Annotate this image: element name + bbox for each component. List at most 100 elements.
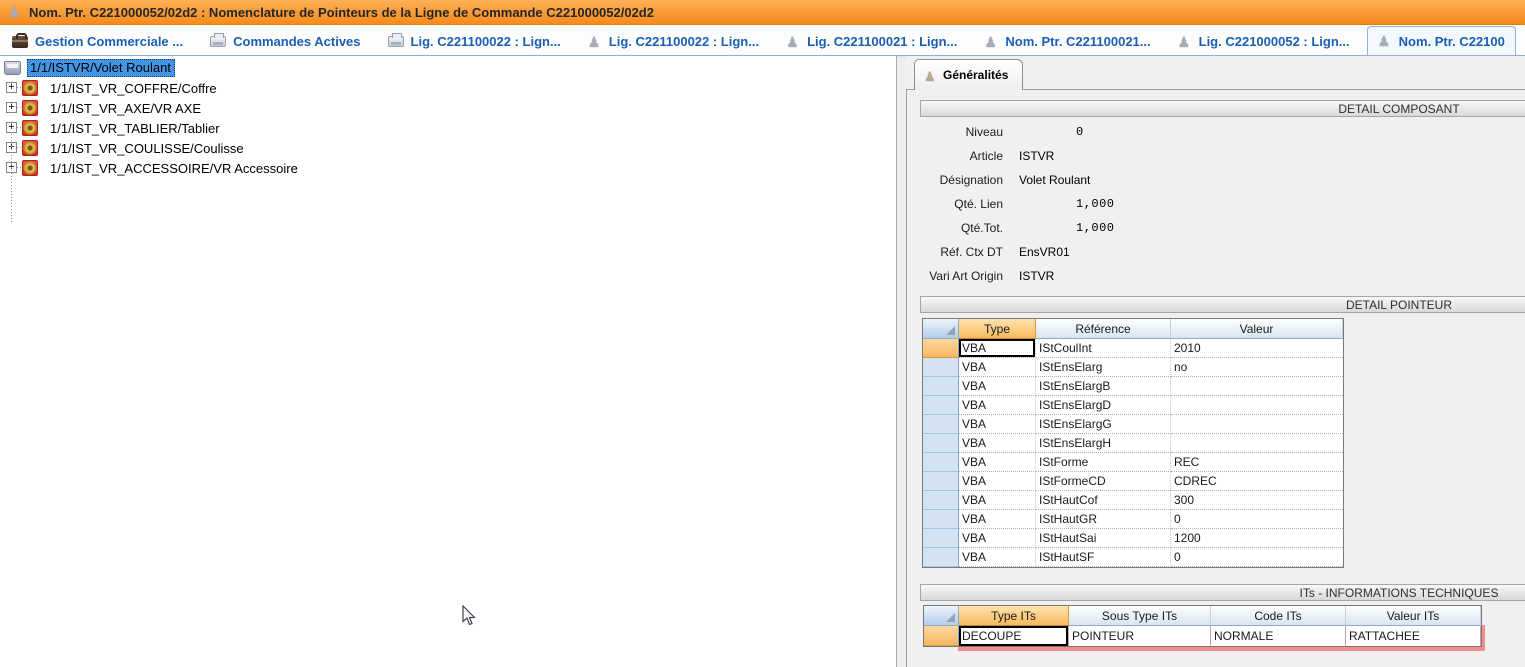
table-cell[interactable]: 0 <box>1171 510 1343 529</box>
table-cell[interactable]: RATTACHEE <box>1346 626 1481 646</box>
row-selector[interactable] <box>923 472 959 491</box>
tree-item-1-1-ist-vr-tablier-tablier[interactable]: +1/1/IST_VR_TABLIER/Tablier <box>0 118 896 138</box>
tree-item-label: 1/1/IST_VR_COFFRE/Coffre <box>50 81 217 96</box>
table-cell[interactable]: VBA <box>959 434 1036 453</box>
table-cell[interactable]: REC <box>1171 453 1343 472</box>
table-cell[interactable]: IStEnsElargD <box>1036 396 1171 415</box>
table-cell[interactable]: VBA <box>959 510 1036 529</box>
field-vari-art-origin: Vari Art OriginISTVR <box>906 264 1426 288</box>
field-value: 1,000 <box>1076 197 1115 211</box>
table-cell[interactable]: IStHautSai <box>1036 529 1171 548</box>
table-cell[interactable]: IStEnsElarg <box>1036 358 1171 377</box>
mouse-cursor <box>462 605 478 627</box>
tab-label: Lig. C221100021 : Lign... <box>807 34 957 49</box>
row-selector[interactable] <box>923 339 959 358</box>
tab-commandes-actives[interactable]: Commandes Actives <box>200 28 370 55</box>
expand-plus-icon[interactable]: + <box>6 122 17 133</box>
table-cell[interactable]: IStFormeCD <box>1036 472 1171 491</box>
table-cell[interactable]: VBA <box>959 358 1036 377</box>
row-selector[interactable] <box>923 510 959 529</box>
section-title: DETAIL POINTEUR <box>1346 298 1452 312</box>
table-cell[interactable]: POINTEUR <box>1069 626 1211 646</box>
table-cell[interactable]: IStCoulInt <box>1036 339 1171 358</box>
select-all-corner[interactable] <box>924 606 959 626</box>
table-cell[interactable]: CDREC <box>1171 472 1343 491</box>
table-cell[interactable]: 300 <box>1171 491 1343 510</box>
header-row: TypeRéférenceValeur <box>923 319 1343 339</box>
table-cell[interactable]: IStHautSF <box>1036 548 1171 567</box>
pawn-icon <box>8 4 22 20</box>
table-cell[interactable]: IStHautGR <box>1036 510 1171 529</box>
field-label: Réf. Ctx DT <box>906 245 1003 259</box>
tab-label: Lig. C221100022 : Lign... <box>411 34 561 49</box>
tree-item-root[interactable]: 1/1/ISTVR/Volet Roulant <box>0 58 896 78</box>
tab-nom-ptr-c22100[interactable]: Nom. Ptr. C22100 <box>1367 26 1516 55</box>
table-cell[interactable]: VBA <box>959 396 1036 415</box>
column-header-code-its[interactable]: Code ITs <box>1211 606 1346 626</box>
field-d-signation: DésignationVolet Roulant <box>906 168 1426 192</box>
table-cell[interactable]: VBA <box>959 339 1036 358</box>
tab-lig-c221100022-lign[interactable]: Lig. C221100022 : Lign... <box>378 28 571 55</box>
table-cell[interactable]: VBA <box>959 491 1036 510</box>
table-cell[interactable]: 1200 <box>1171 529 1343 548</box>
table-cell[interactable] <box>1171 396 1343 415</box>
table-cell[interactable]: IStForme <box>1036 453 1171 472</box>
column-header-valeur-its[interactable]: Valeur ITs <box>1346 606 1481 626</box>
field-qt-lien: Qté. Lien1,000 <box>906 192 1426 216</box>
table-cell[interactable]: IStEnsElargH <box>1036 434 1171 453</box>
table-cell[interactable]: DECOUPE <box>959 626 1069 646</box>
tree-root-label[interactable]: 1/1/ISTVR/Volet Roulant <box>27 59 175 77</box>
tree-connector-stub <box>17 147 23 148</box>
row-selector[interactable] <box>923 529 959 548</box>
table-cell[interactable]: IStHautCof <box>1036 491 1171 510</box>
table-cell[interactable]: VBA <box>959 548 1036 567</box>
table-cell[interactable] <box>1171 415 1343 434</box>
column-header-r-f-rence[interactable]: Référence <box>1036 319 1171 339</box>
column-header-type[interactable]: Type <box>959 319 1036 339</box>
column-header-type-its[interactable]: Type ITs <box>959 606 1069 626</box>
tree-item-1-1-ist-vr-coulisse-coulisse[interactable]: +1/1/IST_VR_COULISSE/Coulisse <box>0 138 896 158</box>
tree-item-1-1-ist-vr-axe-vr-axe[interactable]: +1/1/IST_VR_AXE/VR AXE <box>0 98 896 118</box>
column-header-valeur[interactable]: Valeur <box>1171 319 1343 339</box>
expand-plus-icon[interactable]: + <box>6 82 17 93</box>
table-cell[interactable]: IStEnsElargB <box>1036 377 1171 396</box>
table-cell[interactable]: 2010 <box>1171 339 1343 358</box>
plotter-icon <box>4 61 21 75</box>
column-header-sous-type-its[interactable]: Sous Type ITs <box>1069 606 1211 626</box>
tree-item-1-1-ist-vr-coffre-coffre[interactable]: +1/1/IST_VR_COFFRE/Coffre <box>0 78 896 98</box>
row-selector[interactable] <box>923 396 959 415</box>
expand-plus-icon[interactable]: + <box>6 102 17 113</box>
table-cell[interactable]: VBA <box>959 377 1036 396</box>
tab-lig-c221100021-lign[interactable]: Lig. C221100021 : Lign... <box>776 28 967 55</box>
row-selector[interactable] <box>923 548 959 567</box>
row-selector[interactable] <box>923 491 959 510</box>
row-selector[interactable] <box>923 377 959 396</box>
tab-nom-ptr-c221100021[interactable]: Nom. Ptr. C221100021... <box>974 28 1160 55</box>
row-selector[interactable] <box>923 358 959 377</box>
field-r-f-ctx-dt: Réf. Ctx DT EnsVR01 <box>906 240 1426 264</box>
tree-item-1-1-ist-vr-accessoire-vr-accessoire[interactable]: +1/1/IST_VR_ACCESSOIRE/VR Accessoire <box>0 158 896 178</box>
field-value: EnsVR01 <box>1019 245 1070 259</box>
table-cell[interactable]: VBA <box>959 529 1036 548</box>
row-selector[interactable] <box>924 626 959 646</box>
row-selector[interactable] <box>923 453 959 472</box>
field-label: Vari Art Origin <box>906 269 1003 283</box>
row-selector[interactable] <box>923 415 959 434</box>
section-title: DETAIL COMPOSANT <box>1338 102 1459 116</box>
table-cell[interactable]: IStEnsElargG <box>1036 415 1171 434</box>
row-selector[interactable] <box>923 434 959 453</box>
table-cell[interactable]: 0 <box>1171 548 1343 567</box>
tab-lig-c221000052-lign[interactable]: Lig. C221000052 : Lign... <box>1168 28 1360 55</box>
select-all-corner[interactable] <box>923 319 959 339</box>
table-cell[interactable]: VBA <box>959 472 1036 491</box>
table-cell[interactable]: no <box>1171 358 1343 377</box>
pawn-icon <box>786 34 800 50</box>
table-cell[interactable] <box>1171 377 1343 396</box>
tab-generalites[interactable]: Généralités <box>914 59 1023 90</box>
tab-lig-c221100022-lign[interactable]: Lig. C221100022 : Lign... <box>578 28 769 55</box>
table-cell[interactable]: VBA <box>959 453 1036 472</box>
tab-gestion-commerciale[interactable]: Gestion Commerciale ... <box>2 28 193 55</box>
table-cell[interactable]: NORMALE <box>1211 626 1346 646</box>
table-cell[interactable]: VBA <box>959 415 1036 434</box>
table-cell[interactable] <box>1171 434 1343 453</box>
